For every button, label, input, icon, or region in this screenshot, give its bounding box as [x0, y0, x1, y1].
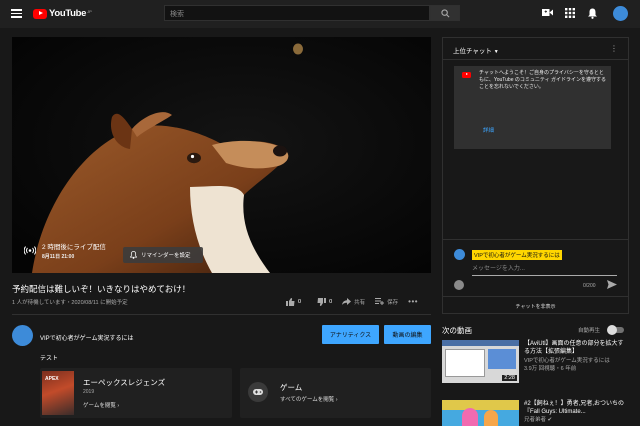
game-category-title[interactable]: ゲーム: [280, 382, 302, 393]
like-count: 0: [298, 298, 302, 305]
rec-video-channel-name: 兄者弟者: [524, 417, 547, 423]
divider: [12, 314, 431, 315]
rec-video-channel[interactable]: VIPで初心者がゲーム実況するには: [524, 358, 610, 365]
live-chat-panel: 上位チャット ▼ ⋮ チャットへようこそ！ご自身のプライバシーを守るとともに、Y…: [442, 37, 629, 314]
more-actions-icon[interactable]: •••: [408, 297, 418, 306]
video-meta: 1 人が待機しています・2020/08/11 に開始予定: [12, 300, 128, 306]
chat-message-input[interactable]: メッセージを入力...: [472, 263, 617, 276]
live-broadcast-icon: [24, 246, 36, 255]
video-player[interactable]: 2 時間後にライブ配信 8月11日 21:00 リマインダーを設定: [12, 37, 431, 273]
game-category-card[interactable]: [240, 368, 431, 418]
video-description: テスト: [40, 356, 59, 362]
caret-down-icon: ▼: [493, 49, 499, 55]
game-title[interactable]: エーペックスレジェンズ: [83, 377, 165, 388]
share-label: 共有: [354, 299, 366, 306]
dog-thumbnail-image: [12, 37, 431, 273]
set-reminder-button[interactable]: リマインダーを設定: [123, 247, 203, 263]
rec-video-title[interactable]: 【AviUtl】画面の任意の部分を拡大する方法【拡張編集】: [524, 340, 624, 356]
like-button[interactable]: 0: [286, 297, 302, 306]
top-bar: YouTube JP 検索: [0, 0, 640, 28]
youtube-logo[interactable]: YouTube JP: [33, 8, 92, 19]
up-next-heading: 次の動画: [442, 326, 472, 335]
chat-header: 上位チャット ▼ ⋮: [443, 38, 628, 60]
rec-video-thumbnail[interactable]: 2:28: [442, 340, 519, 383]
set-reminder-label: リマインダーを設定: [141, 253, 191, 259]
logo-region: JP: [87, 8, 92, 14]
thumbs-down-icon: [317, 297, 327, 306]
menu-icon[interactable]: [11, 9, 22, 18]
youtube-play-icon: [33, 8, 47, 19]
game-thumbnail[interactable]: APEX: [42, 371, 74, 415]
share-button[interactable]: 共有: [342, 298, 365, 306]
video-duration: 2:28: [502, 375, 517, 381]
verified-icon: ✔: [547, 417, 553, 423]
bell-icon: [130, 251, 137, 259]
thumbs-up-icon: [286, 297, 295, 306]
thumbnail-panel: [445, 349, 485, 377]
create-video-icon[interactable]: [542, 8, 553, 17]
account-avatar[interactable]: [613, 6, 628, 21]
divider: [443, 239, 628, 240]
thumbnail-window-bar: [442, 340, 519, 346]
chat-mode-label: 上位チャット: [453, 48, 492, 55]
browse-game-link[interactable]: ゲームを閲覧 ›: [83, 401, 119, 409]
search-icon: [441, 9, 450, 18]
live-countdown: 2 時間後にライブ配信: [42, 244, 106, 251]
dislike-button[interactable]: 0: [317, 297, 333, 306]
learn-more-link[interactable]: 詳細: [483, 126, 494, 134]
edit-video-button[interactable]: 動画の編集: [384, 325, 431, 344]
chat-user-avatar: [454, 249, 465, 260]
hide-chat-button[interactable]: チャットを非表示: [443, 296, 628, 314]
browse-game-label: ゲームを閲覧: [83, 403, 116, 409]
game-category-icon: [248, 382, 268, 402]
chevron-right-icon: ›: [335, 397, 338, 403]
chat-user-name: VIPで初心者がゲーム実況するには: [472, 250, 562, 260]
chat-char-count: 0/200: [583, 283, 596, 289]
game-year: 2019: [83, 389, 95, 395]
chat-mode-dropdown[interactable]: 上位チャット ▼: [453, 45, 499, 55]
save-label: 保存: [387, 299, 399, 306]
save-playlist-icon: [375, 298, 385, 305]
analytics-button[interactable]: アナリティクス: [322, 325, 379, 344]
save-button[interactable]: 保存: [375, 298, 398, 306]
thumbnail-banner: [442, 400, 519, 410]
rec-video-title[interactable]: #2【飼ねぇ！】勇者,兄者,おついちの『Fall Guys: Ultimate.…: [524, 400, 624, 416]
video-actions: 0 0 共有 保存 •••: [286, 297, 418, 306]
youtube-logo-icon: [462, 72, 471, 78]
thumbnail-character: [462, 408, 478, 426]
autoplay-toggle[interactable]: [607, 325, 624, 335]
thumbnail-character: [484, 410, 498, 426]
send-icon[interactable]: [607, 280, 617, 289]
search-button[interactable]: [430, 5, 460, 21]
rec-video-channel[interactable]: 兄者弟者 ✔: [524, 417, 552, 424]
chevron-right-icon: ›: [117, 403, 120, 409]
autoplay-label: 自動再生: [578, 328, 601, 334]
rec-video-thumbnail[interactable]: [442, 400, 519, 426]
game-thumbnail-text: APEX: [45, 376, 59, 382]
logo-text: YouTube: [49, 8, 87, 19]
dislike-count: 0: [329, 298, 333, 305]
chat-more-icon[interactable]: ⋮: [610, 44, 618, 53]
rec-video-views: 3.9万 回視聴・6 年前: [524, 366, 577, 372]
live-date: 8月11日 21:00: [42, 254, 75, 260]
thumbnail-preview: [488, 349, 516, 369]
gamepad-icon: [253, 389, 263, 395]
chat-welcome-text: チャットへようこそ！ご自身のプライバシーを守るとともに、YouTube のコミュ…: [479, 70, 606, 90]
notifications-bell-icon[interactable]: [588, 8, 597, 19]
chat-welcome-notice: チャットへようこそ！ご自身のプライバシーを守るとともに、YouTube のコミュ…: [454, 66, 611, 149]
live-schedule-info: 2 時間後にライブ配信 8月11日 21:00: [24, 241, 106, 260]
video-title: 予約配信は難しいぞ！いきなりはやめておけ！: [12, 284, 191, 294]
share-icon: [342, 298, 352, 305]
browse-all-games-link[interactable]: すべてのゲームを閲覧 ›: [280, 395, 338, 403]
search-input[interactable]: 検索: [164, 5, 430, 21]
emoji-icon[interactable]: [454, 280, 464, 290]
apps-grid-icon[interactable]: [565, 8, 575, 18]
channel-avatar[interactable]: [12, 325, 33, 346]
channel-name[interactable]: VIPで初心者がゲーム実況するには: [40, 333, 134, 342]
browse-all-games-label: すべてのゲームを閲覧: [280, 397, 335, 403]
